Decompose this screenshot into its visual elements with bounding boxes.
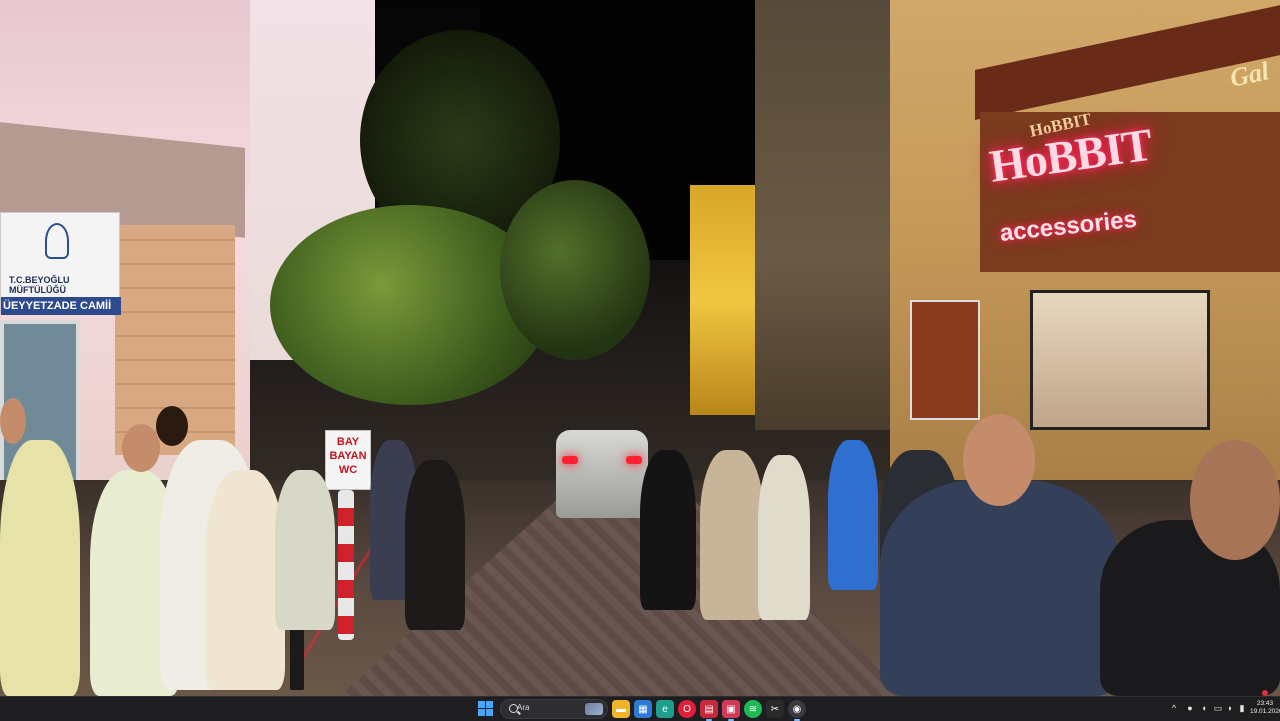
pedestrian [205, 470, 285, 690]
chevron-up-icon[interactable]: ^ [1168, 702, 1180, 714]
spotify-icon[interactable]: ≋ [744, 700, 762, 718]
pedestrian-head [122, 424, 160, 472]
tail-light-left [562, 456, 578, 464]
pedestrian-head [963, 414, 1035, 506]
news-app-icon[interactable]: ▤ [700, 700, 718, 721]
white-car [556, 430, 648, 518]
search-label: Ara [517, 703, 530, 712]
mosque-name-text: ÜEYYETZADE CAMİİ [1, 297, 121, 315]
tobacco-shop-sign [910, 300, 980, 420]
mosque-sign: T.C.BEYOĞLU MÜFTÜLÜĞÜ ÜEYYETZADE CAMİİ [0, 212, 121, 315]
microphone-icon[interactable]: ● [1184, 702, 1196, 714]
windows-logo-icon [486, 701, 493, 708]
wc-sign: BAY BAYAN WC [325, 430, 371, 490]
edge-browser-icon[interactable]: e [656, 700, 674, 718]
media-app-icon[interactable]: ▣ [722, 700, 740, 721]
network-icon[interactable]: ▭ [1212, 702, 1224, 714]
shop-window [1030, 290, 1210, 430]
battery-icon[interactable]: ▮ [1236, 702, 1248, 714]
wc-sign-line-1: BAY [336, 436, 360, 448]
file-explorer-icon[interactable]: ▬ [612, 700, 630, 718]
pedestrian [880, 480, 1120, 696]
clock-date: 19.01.2026 [1250, 708, 1280, 715]
pedestrian [828, 440, 878, 590]
mosque-logo-icon [45, 223, 69, 259]
windows-logo-icon [486, 709, 493, 716]
pedestrian-head [0, 398, 26, 444]
tail-light-right [626, 456, 642, 464]
clock-time: 23:43 [1256, 700, 1274, 707]
windows-logo-icon [478, 701, 485, 708]
lit-tree [500, 180, 650, 360]
notification-badge-icon[interactable] [1262, 690, 1268, 696]
wc-sign-line-3: WC [338, 464, 358, 476]
taskbar-search[interactable]: Ara [500, 699, 608, 719]
pedestrian-head [1190, 440, 1280, 560]
striped-pole [338, 490, 354, 640]
bay-window-building [755, 0, 895, 430]
opera-browser-icon[interactable]: O [678, 700, 696, 718]
pedestrian [758, 455, 810, 620]
microsoft-store-icon[interactable]: ▦ [634, 700, 652, 718]
speaker-icon[interactable]: ◗ [1224, 702, 1236, 714]
system-clock[interactable]: 23:43 19.01.2026 [1250, 700, 1280, 716]
search-highlight-icon [585, 703, 603, 715]
pedestrian-head [156, 406, 188, 446]
capcut-icon[interactable]: ✂ [766, 700, 784, 718]
pedestrian [700, 450, 764, 620]
windows-logo-icon [478, 709, 485, 716]
mosque-authority-text: T.C.BEYOĞLU MÜFTÜLÜĞÜ [9, 275, 70, 295]
street-scene: T.C.BEYOĞLU MÜFTÜLÜĞÜ ÜEYYETZADE CAMİİ H… [0, 0, 1280, 696]
volume-icon[interactable]: ◖ [1198, 702, 1210, 714]
pedestrian [275, 470, 335, 630]
pedestrian [0, 440, 80, 696]
start-button[interactable] [478, 701, 494, 717]
obs-studio-icon[interactable]: ◉ [788, 700, 806, 721]
pedestrian [405, 460, 465, 630]
pedestrian [640, 450, 696, 610]
wc-sign-line-2: BAYAN [329, 450, 367, 462]
windows-taskbar: Ara ▬ ▦ e O ▤ ▣ ≋ ✂ ◉ ^ ● ◖ ▭ ◗ ▮ 23:43 … [0, 690, 1280, 721]
